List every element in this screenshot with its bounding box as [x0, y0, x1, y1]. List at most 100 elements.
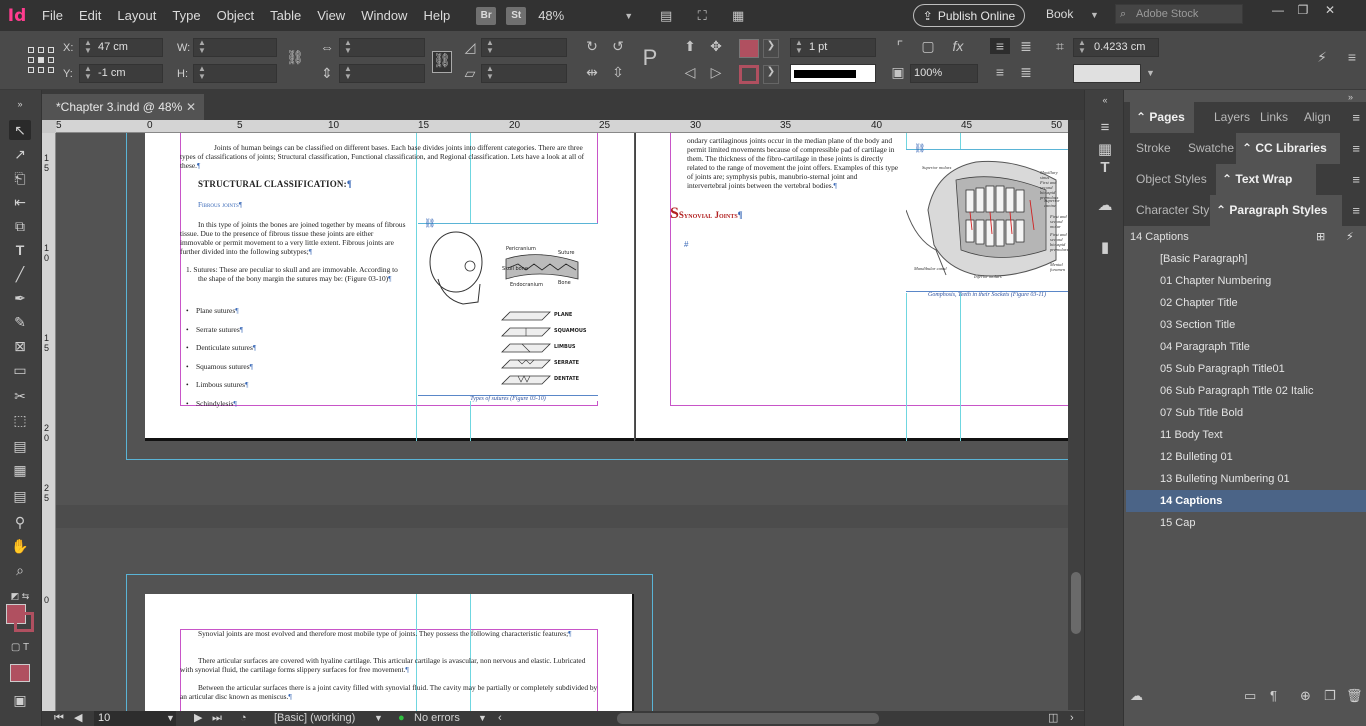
chevron-down-icon[interactable]: ▼	[1090, 10, 1099, 20]
bullet-list[interactable]: • Plane sutures¶ • Serrate sutures¶ • De…	[186, 302, 386, 413]
collapse-icon[interactable]: »	[1348, 92, 1353, 102]
new-style-icon[interactable]: ⊕	[1300, 688, 1311, 704]
select-content-icon[interactable]: ✥	[706, 38, 726, 55]
expand-panels-icon[interactable]: «	[1095, 90, 1115, 110]
menu-edit[interactable]: Edit	[71, 0, 109, 31]
ruler-origin[interactable]	[42, 120, 56, 133]
figure-caption[interactable]: Types of sutures (Figure 03-10)	[418, 395, 598, 403]
stroke-chevron-icon[interactable]: ❯	[763, 65, 779, 84]
reference-point-icon[interactable]	[28, 47, 54, 73]
chevron-down-icon[interactable]: ▼	[374, 711, 383, 726]
stroke-weight-field[interactable]: ▲ ▼ 1 pt	[790, 38, 876, 57]
direct-selection-tool-icon[interactable]: ↗	[9, 144, 31, 164]
subheading[interactable]: Fibrous joints¶	[198, 201, 398, 210]
scroll-thumb[interactable]	[1071, 572, 1081, 634]
rotation-field[interactable]: ▲ ▼	[481, 38, 567, 57]
split-layout-icon[interactable]: ◫	[1048, 711, 1058, 726]
scale-x-field[interactable]: ▲ ▼	[339, 38, 425, 57]
chevron-down-icon[interactable]: ▼	[624, 11, 633, 21]
chevron-down-icon[interactable]: ▼	[166, 711, 175, 726]
vertical-scrollbar[interactable]	[1068, 120, 1084, 710]
restore-icon[interactable]: ❐	[1293, 3, 1313, 21]
note-tool-icon[interactable]: ▤	[9, 486, 31, 506]
page-tool-icon[interactable]: ⎗	[9, 168, 31, 188]
sutures-figure[interactable]: ⛓ Pericranium Suture Skull bone Endocran…	[418, 218, 598, 401]
section-heading[interactable]: STRUCTURAL CLASSIFICATION:¶	[198, 180, 498, 189]
style-item-selected[interactable]: 14 Captions	[1126, 490, 1366, 512]
style-item[interactable]: 04 Paragraph Title	[1126, 336, 1366, 358]
menu-object[interactable]: Object	[209, 0, 263, 31]
select-next-icon[interactable]: ▷	[706, 64, 726, 81]
tab-links[interactable]: Links	[1254, 102, 1294, 133]
eyedropper-tool-icon[interactable]: ⚲	[9, 512, 31, 532]
horizontal-ruler[interactable]: 5 0 5 10 15 20 25 30 35 40 45 50	[56, 120, 1068, 133]
menu-type[interactable]: Type	[164, 0, 208, 31]
clear-overrides-icon[interactable]: ¶	[1270, 688, 1277, 703]
synovial-paragraph-2[interactable]: There articular surfaces are covered wit…	[180, 656, 598, 674]
fill-swatch[interactable]	[739, 39, 759, 58]
shear-field[interactable]: ▲ ▼	[481, 64, 567, 83]
next-page-icon[interactable]: ▶	[194, 711, 202, 726]
opacity-field[interactable]: 100%	[910, 64, 978, 83]
x-field[interactable]: ▲ ▼ 47 cm	[79, 38, 163, 57]
effects-icon[interactable]: fx	[948, 38, 968, 54]
stroke-color-swatch[interactable]	[14, 612, 34, 632]
bookmarks-icon[interactable]: ▮	[1095, 238, 1115, 258]
scale-y-field[interactable]: ▲ ▼	[339, 64, 425, 83]
close-tab-icon[interactable]: ✕	[186, 94, 196, 120]
folder-icon[interactable]: ▭	[1244, 688, 1256, 704]
fill-chevron-icon[interactable]: ❯	[763, 39, 779, 58]
formatting-container-icon[interactable]: ▢ T	[9, 638, 31, 658]
tab-cc-libraries[interactable]: ⌃ CC Libraries	[1236, 133, 1340, 164]
scroll-right-icon[interactable]: ›	[1070, 711, 1074, 726]
stroke-panel-icon[interactable]: ≡	[1095, 118, 1115, 138]
menu-layout[interactable]: Layout	[109, 0, 164, 31]
panel-menu-icon[interactable]: ≡	[1352, 141, 1360, 156]
stock-button[interactable]: St	[506, 6, 527, 25]
chevron-down-icon[interactable]: ▼	[478, 711, 487, 726]
tab-text-wrap[interactable]: ⌃ Text Wrap	[1216, 164, 1316, 195]
panel-menu-icon[interactable]: ≡	[1352, 172, 1360, 187]
style-item[interactable]: 01 Chapter Numbering	[1126, 270, 1366, 292]
tab-layers[interactable]: Layers	[1208, 102, 1256, 133]
document-tab[interactable]: *Chapter 3.indd @ 48% ✕	[42, 94, 204, 120]
scissors-tool-icon[interactable]: ✂	[9, 386, 31, 406]
select-container-icon[interactable]: ⬆	[680, 38, 700, 55]
panel-menu-icon[interactable]: ≡	[1342, 49, 1362, 65]
constrain-proportions-icon[interactable]: ⛓	[285, 49, 305, 66]
new-style-group-icon[interactable]: ⊞	[1316, 226, 1325, 248]
fibrous-paragraph[interactable]: In this type of joints the bones are joi…	[180, 220, 408, 256]
tab-character-styles[interactable]: Character Styl	[1130, 195, 1210, 226]
minimize-icon[interactable]: —	[1268, 3, 1288, 21]
first-page-icon[interactable]: ⏮	[54, 711, 64, 726]
rectangle-frame-tool-icon[interactable]: ⊠	[9, 336, 31, 356]
style-item[interactable]: 02 Chapter Title	[1126, 292, 1366, 314]
style-item[interactable]: 05 Sub Paragraph Title01	[1126, 358, 1366, 380]
align-left-icon[interactable]: ≡	[990, 38, 1010, 54]
type-tool-icon[interactable]: T	[9, 240, 31, 260]
tab-pages[interactable]: ⌃ Pages	[1130, 102, 1194, 133]
flip-horizontal-icon[interactable]: ⇹	[582, 64, 602, 81]
bridge-button[interactable]: Br	[476, 6, 497, 25]
synovial-heading[interactable]: SSynovial Joints¶	[670, 206, 870, 222]
tab-paragraph-styles[interactable]: ⌃ Paragraph Styles	[1210, 195, 1342, 226]
rotate-cw-icon[interactable]: ↻	[582, 38, 602, 55]
menu-help[interactable]: Help	[415, 0, 458, 31]
style-item[interactable]: 12 Bulleting 01	[1126, 446, 1366, 468]
default-colors-icon[interactable]: ◩ ⇆	[9, 586, 31, 606]
menu-window[interactable]: Window	[353, 0, 415, 31]
tab-stroke[interactable]: Stroke	[1130, 133, 1177, 164]
quick-apply-icon[interactable]: ⚡	[1346, 226, 1354, 248]
gap-tool-icon[interactable]: ⇤	[9, 192, 31, 212]
synovial-paragraph-3[interactable]: Between the articular surfaces there is …	[180, 683, 598, 701]
figure-caption[interactable]: Gomphosis, Teeth in their Sockets (Figur…	[906, 291, 1068, 299]
stock-search-input[interactable]: ⌕ Adobe Stock	[1115, 4, 1243, 24]
last-page-icon[interactable]: ⏭	[212, 711, 222, 726]
style-item[interactable]: 11 Body Text	[1126, 424, 1366, 446]
link-scale-icon[interactable]: ⛓	[432, 51, 452, 73]
pen-tool-icon[interactable]: ✒	[9, 288, 31, 308]
selection-tool-icon[interactable]: ↖	[9, 120, 31, 140]
zoom-tool-icon[interactable]: ⌕	[9, 560, 31, 580]
flip-vertical-icon[interactable]: ⇳	[608, 64, 628, 81]
corner-options-icon[interactable]: ⌜	[890, 38, 910, 55]
